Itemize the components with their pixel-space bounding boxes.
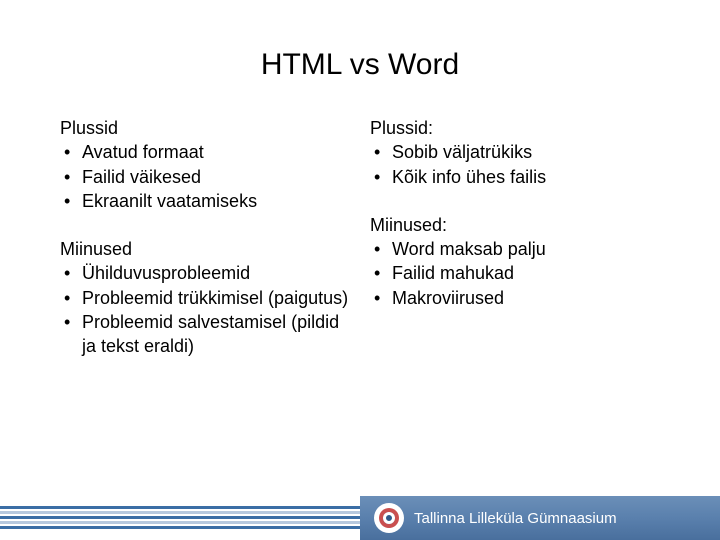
list-item: Failid mahukad: [370, 261, 660, 285]
content-area: Plussid Avatud formaat Failid väikesed E…: [0, 116, 720, 540]
list-item: Failid väikesed: [60, 165, 350, 189]
left-pros-block: Plussid Avatud formaat Failid väikesed E…: [60, 116, 350, 213]
right-cons-block: Miinused: Word maksab palju Failid mahuk…: [370, 213, 660, 310]
list-item: Kõik info ühes failis: [370, 165, 660, 189]
slide: HTML vs Word Plussid Avatud formaat Fail…: [0, 0, 720, 540]
list-item: Avatud formaat: [60, 140, 350, 164]
right-pros-heading: Plussid:: [370, 116, 660, 140]
left-pros-heading: Plussid: [60, 116, 350, 140]
footer: Tallinna Lilleküla Gümnaasium: [0, 496, 720, 540]
school-logo-icon: [374, 503, 404, 533]
list-item: Ekraanilt vaatamiseks: [60, 189, 350, 213]
right-column: Plussid: Sobib väljatrükiks Kõik info üh…: [370, 116, 660, 540]
list-item: Word maksab palju: [370, 237, 660, 261]
list-item: Probleemid trükkimisel (paigutus): [60, 286, 350, 310]
right-cons-heading: Miinused:: [370, 213, 660, 237]
footer-stripe-decoration: [0, 496, 360, 540]
list-item: Sobib väljatrükiks: [370, 140, 660, 164]
list-item: Makroviirused: [370, 286, 660, 310]
left-cons-block: Miinused Ühilduvusprobleemid Probleemid …: [60, 237, 350, 358]
list-item: Probleemid salvestamisel (pildid ja teks…: [60, 310, 350, 359]
right-pros-block: Plussid: Sobib väljatrükiks Kõik info üh…: [370, 116, 660, 189]
left-column: Plussid Avatud formaat Failid väikesed E…: [60, 116, 350, 540]
footer-org-name: Tallinna Lilleküla Gümnaasium: [414, 510, 617, 527]
left-cons-list: Ühilduvusprobleemid Probleemid trükkimis…: [60, 261, 350, 358]
left-cons-heading: Miinused: [60, 237, 350, 261]
footer-logo-bar: Tallinna Lilleküla Gümnaasium: [360, 496, 720, 540]
list-item: Ühilduvusprobleemid: [60, 261, 350, 285]
slide-title: HTML vs Word: [0, 48, 720, 82]
left-pros-list: Avatud formaat Failid väikesed Ekraanilt…: [60, 140, 350, 213]
right-pros-list: Sobib väljatrükiks Kõik info ühes failis: [370, 140, 660, 189]
right-cons-list: Word maksab palju Failid mahukad Makrovi…: [370, 237, 660, 310]
